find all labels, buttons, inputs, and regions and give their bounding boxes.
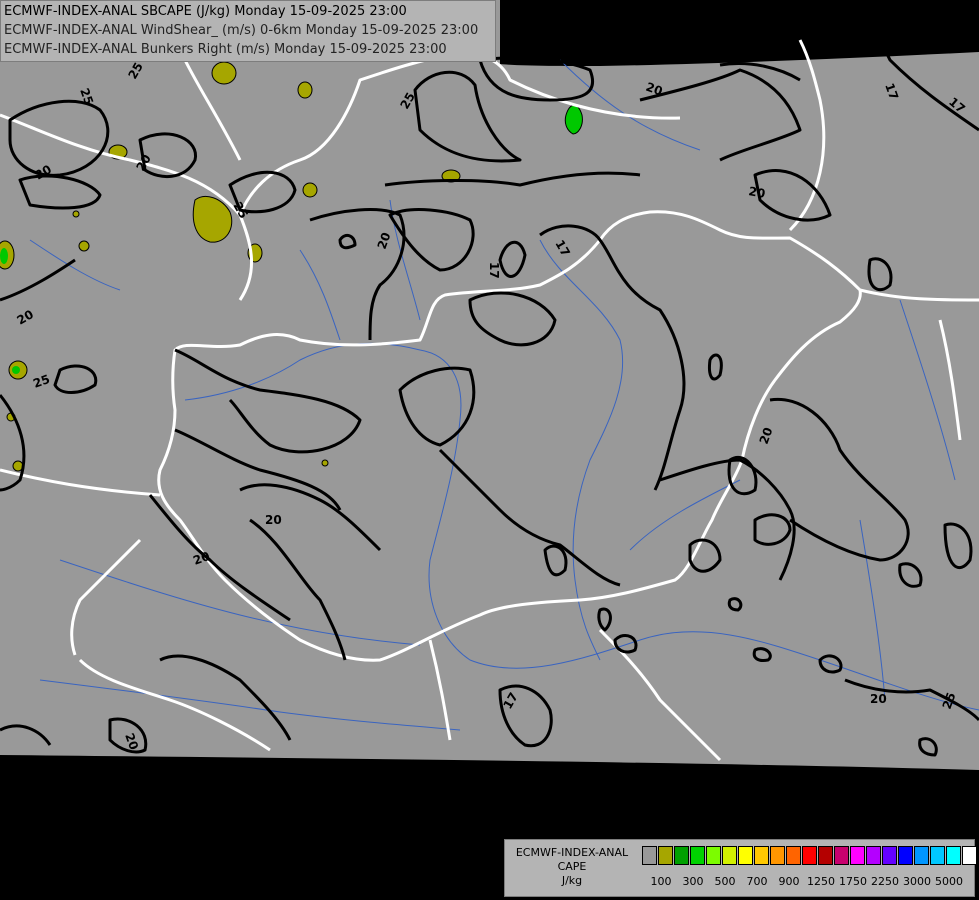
legend-color-box [754, 846, 769, 865]
contour-label-17: 17 [487, 262, 501, 279]
legend-title-unit: J/kg [561, 874, 583, 887]
legend-color-box [914, 846, 929, 865]
legend-tick-label: 1750 [839, 875, 867, 888]
legend-color-box [642, 846, 657, 865]
color-legend: ECMWF-INDEX-ANAL CAPE J/kg 100 300 500 700 9… [504, 839, 978, 897]
forecast-domain [0, 0, 979, 770]
contour-label-20: 20 [747, 184, 766, 201]
legend-tick-label: 5000 [935, 875, 963, 888]
legend-color-box [946, 846, 961, 865]
title-line-windshear: ECMWF-INDEX-ANAL WindShear_ (m/s) 0-6km … [4, 23, 479, 38]
cape-core-green [0, 248, 8, 264]
legend-color-box [738, 846, 753, 865]
legend-tick-label: 2250 [871, 875, 899, 888]
legend-color-box [882, 846, 897, 865]
legend-tick-label: 900 [778, 875, 800, 888]
legend-color-box [962, 846, 977, 865]
legend-color-boxes [642, 846, 978, 866]
legend-tick-label: 100 [650, 875, 672, 888]
legend-tick-labels: 100 300 500 700 900 1250 1750 2250 3000 5000 [642, 875, 972, 889]
weather-map[interactable]: 25 25 20 20 25 20 25 25 20 17 17 20 20 1… [0, 0, 979, 900]
legend-color-box [802, 846, 817, 865]
legend-color-box [834, 846, 849, 865]
legend-title-model: ECMWF-INDEX-ANAL [515, 846, 629, 859]
cape-patch [321, 459, 329, 467]
legend-tick-label: 700 [746, 875, 768, 888]
legend-tick-label: 500 [714, 875, 736, 888]
map-viewer: 25 25 20 20 25 20 25 25 20 17 17 20 20 1… [0, 0, 979, 900]
title-line-sbcape: ECMWF-INDEX-ANAL SBCAPE (J/kg) Monday 15… [4, 4, 407, 19]
legend-tick-label: 300 [682, 875, 704, 888]
legend-tick-label: 3000 [903, 875, 931, 888]
title-header: ECMWF-INDEX-ANAL SBCAPE (J/kg) Monday 15… [0, 0, 496, 62]
legend-color-box [658, 846, 673, 865]
legend-color-box [818, 846, 833, 865]
legend-tick-label: 1250 [807, 875, 835, 888]
legend-color-box [722, 846, 737, 865]
cape-core-green [564, 104, 583, 135]
legend-title: ECMWF-INDEX-ANAL CAPE J/kg [508, 846, 636, 888]
contour-label-20: 20 [870, 692, 887, 706]
legend-color-box [690, 846, 705, 865]
legend-color-box [898, 846, 913, 865]
cape-patch [72, 210, 80, 218]
cape-patch [211, 61, 237, 85]
legend-color-box [786, 846, 801, 865]
legend-color-box [674, 846, 689, 865]
legend-color-box [930, 846, 945, 865]
legend-color-box [866, 846, 881, 865]
cape-patch [78, 240, 90, 252]
contour-label-20: 20 [265, 513, 282, 527]
cape-core-green [12, 366, 20, 374]
legend-color-box [850, 846, 865, 865]
legend-color-box [706, 846, 721, 865]
title-line-bunkers: ECMWF-INDEX-ANAL Bunkers Right (m/s) Mon… [4, 42, 447, 57]
cape-patch [297, 81, 313, 99]
legend-title-variable: CAPE [557, 860, 587, 873]
legend-color-box [770, 846, 785, 865]
cape-patch [302, 182, 318, 198]
